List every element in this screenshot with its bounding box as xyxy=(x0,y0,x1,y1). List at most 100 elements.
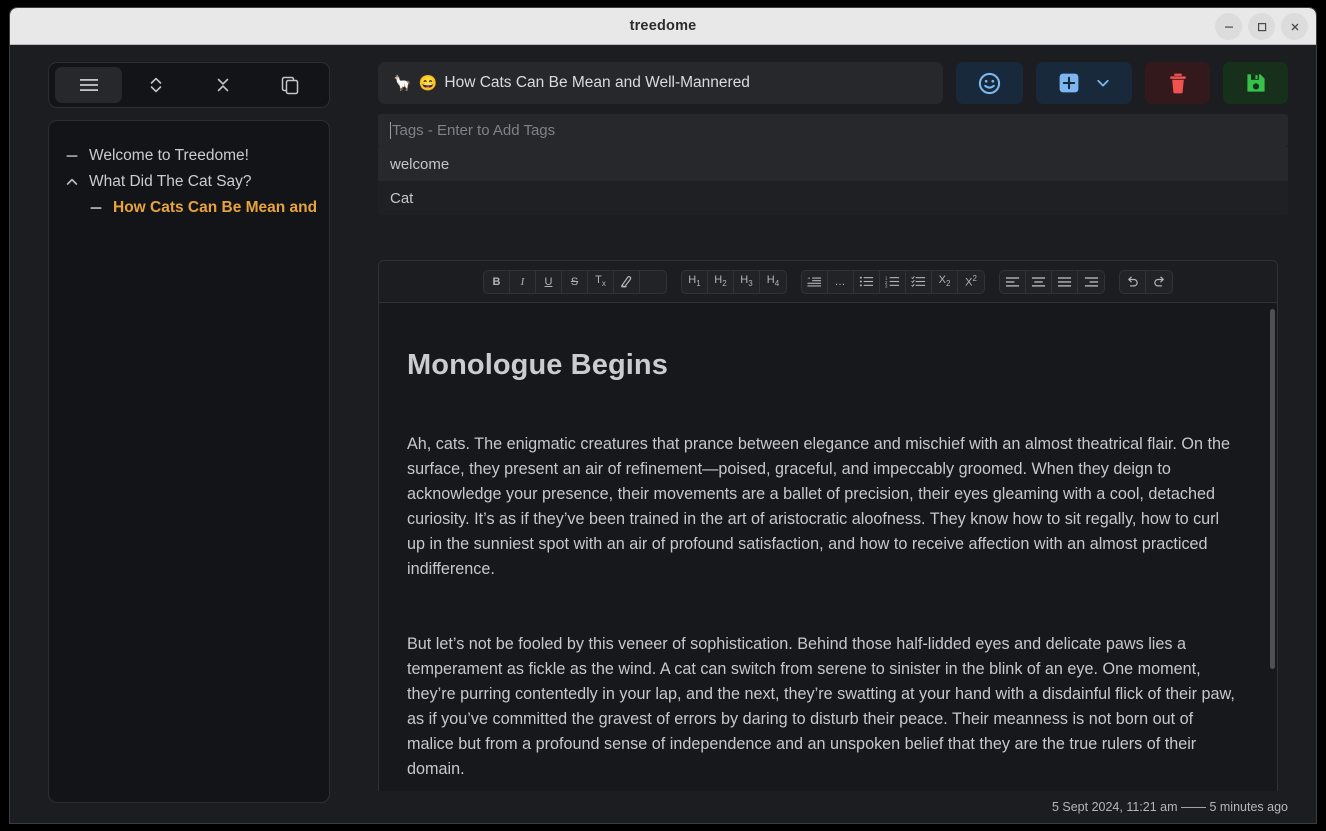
svg-text:“: “ xyxy=(807,276,810,283)
copy-icon xyxy=(279,74,301,96)
delete-note-button[interactable] xyxy=(1145,62,1210,104)
undo-button[interactable] xyxy=(1120,271,1146,293)
align-left-icon xyxy=(1005,276,1020,288)
format-toolbar: B IUS Tx H1 H2 H3 H4 “ … 123 X2 X2 xyxy=(379,261,1277,303)
heading-2-icon: H2 xyxy=(714,274,726,288)
bullet-list-icon xyxy=(859,275,874,288)
svg-text:3: 3 xyxy=(885,284,888,288)
align-group xyxy=(999,270,1105,294)
highlight-button[interactable] xyxy=(614,271,640,293)
bullet-list-button[interactable] xyxy=(854,271,880,293)
bold-button[interactable]: B xyxy=(484,271,510,293)
heading-1-button[interactable]: H1 xyxy=(682,271,708,293)
last-modified-text: 5 Sept 2024, 11:21 am —— 5 minutes ago xyxy=(1052,800,1288,814)
tree-item[interactable]: How Cats Can Be Mean and xyxy=(63,195,319,221)
document-body: Ah, cats. The enigmatic creatures that p… xyxy=(407,432,1235,782)
application-window: treedome xyxy=(10,8,1316,823)
italic-icon: I xyxy=(521,276,525,288)
status-bar: 5 Sept 2024, 11:21 am —— 5 minutes ago xyxy=(358,791,1316,823)
document-paragraph: But let’s not be fooled by this veneer o… xyxy=(407,632,1235,782)
tree-item-label: What Did The Cat Say? xyxy=(89,173,252,191)
collapse-all-button[interactable] xyxy=(189,67,256,103)
maximize-button[interactable] xyxy=(1248,13,1275,40)
tree-twisty[interactable] xyxy=(87,201,105,215)
align-justify-button[interactable] xyxy=(1052,271,1078,293)
hamburger-menu-icon xyxy=(78,76,100,94)
tag-suggestion-item[interactable]: Cat xyxy=(378,181,1288,215)
tag-suggestion-item[interactable]: welcome xyxy=(378,147,1288,181)
save-note-button[interactable] xyxy=(1223,62,1288,104)
menu-button[interactable] xyxy=(55,67,122,103)
tree-twisty[interactable] xyxy=(63,149,81,163)
clear-format-icon: Tx xyxy=(595,274,606,288)
bold-icon: B xyxy=(493,276,501,288)
checklist-button[interactable] xyxy=(906,271,932,293)
minimize-button[interactable] xyxy=(1215,13,1242,40)
align-center-button[interactable] xyxy=(1026,271,1052,293)
document-paragraph: Ah, cats. The enigmatic creatures that p… xyxy=(407,432,1235,582)
expand-all-button[interactable] xyxy=(122,67,189,103)
close-button[interactable] xyxy=(1281,13,1308,40)
blockquote-icon: “ xyxy=(807,275,822,289)
align-justify-icon xyxy=(1057,276,1072,288)
document-canvas[interactable]: Monologue Begins Ah, cats. The enigmatic… xyxy=(379,303,1277,823)
blockquote-button[interactable]: “ xyxy=(802,271,828,293)
align-right-button[interactable] xyxy=(1078,271,1104,293)
note-title-input[interactable]: 🦙 😄 How Cats Can Be Mean and Well-Manner… xyxy=(378,62,943,104)
align-left-button[interactable] xyxy=(1000,271,1026,293)
tags-placeholder: Tags - Enter to Add Tags xyxy=(392,122,555,139)
minimize-icon xyxy=(1223,21,1235,33)
strikethrough-icon: S xyxy=(571,276,578,288)
note-header-row: 🦙 😄 How Cats Can Be Mean and Well-Manner… xyxy=(378,62,1288,104)
heading-group: H1 H2 H3 H4 xyxy=(681,270,787,294)
subscript-button[interactable]: X2 xyxy=(932,271,958,293)
maximize-icon xyxy=(1256,21,1268,33)
document-heading: Monologue Begins xyxy=(407,349,1235,382)
emoji-picker-button[interactable] xyxy=(956,62,1023,104)
tree-item[interactable]: What Did The Cat Say? xyxy=(63,169,319,195)
add-note-button[interactable] xyxy=(1036,62,1132,104)
heading-4-icon: H4 xyxy=(767,274,779,288)
dash-icon xyxy=(65,149,79,163)
clear-format-button[interactable]: Tx xyxy=(588,271,614,293)
editor-scrollbar[interactable] xyxy=(1270,309,1275,669)
strikethrough-button[interactable]: S xyxy=(562,271,588,293)
editor: B IUS Tx H1 H2 H3 H4 “ … 123 X2 X2 Monologue Begins… xyxy=(378,260,1278,823)
redo-button[interactable] xyxy=(1146,271,1172,293)
ordered-list-button[interactable]: 123 xyxy=(880,271,906,293)
dash-icon xyxy=(89,201,103,215)
floppy-disk-icon xyxy=(1245,72,1267,94)
note-tree-panel: Welcome to Treedome! What Did The Cat Say… xyxy=(48,120,330,803)
grinning-face-emoji: 😄 xyxy=(419,74,438,92)
duplicate-button[interactable] xyxy=(256,67,323,103)
italic-button[interactable]: I xyxy=(510,271,536,293)
chevron-down-icon xyxy=(1095,75,1111,91)
align-center-icon xyxy=(1031,276,1046,288)
tree-item-label: Welcome to Treedome! xyxy=(89,147,249,165)
tree-item-label: How Cats Can Be Mean and xyxy=(113,199,317,217)
tree-item[interactable]: Welcome to Treedome! xyxy=(63,143,319,169)
heading-2-button[interactable]: H2 xyxy=(708,271,734,293)
subscript-icon: X2 xyxy=(939,274,951,288)
code-button[interactable] xyxy=(640,271,666,293)
chevron-up-icon xyxy=(65,175,79,189)
underline-button[interactable]: U xyxy=(536,271,562,293)
trash-icon xyxy=(1167,72,1189,95)
horizontal-rule-button[interactable]: … xyxy=(828,271,854,293)
collapse-vertical-icon xyxy=(213,75,233,95)
history-group xyxy=(1119,270,1173,294)
expand-vertical-icon xyxy=(146,75,166,95)
add-note-dropdown-button[interactable] xyxy=(1095,75,1111,91)
heading-3-button[interactable]: H3 xyxy=(734,271,760,293)
heading-4-button[interactable]: H4 xyxy=(760,271,786,293)
redo-arrow-icon xyxy=(1152,275,1167,289)
sidebar: Welcome to Treedome! What Did The Cat Say… xyxy=(10,45,358,823)
tree-twisty[interactable] xyxy=(63,175,81,189)
tags-input[interactable]: Tags - Enter to Add Tags xyxy=(378,114,1288,147)
heading-1-icon: H1 xyxy=(688,274,700,288)
text-style-group: B IUS Tx xyxy=(483,270,667,294)
superscript-button[interactable]: X2 xyxy=(958,271,984,293)
highlighter-pen-icon xyxy=(619,274,634,289)
note-title-text: How Cats Can Be Mean and Well-Mannered xyxy=(444,74,750,92)
undo-arrow-icon xyxy=(1125,275,1140,289)
